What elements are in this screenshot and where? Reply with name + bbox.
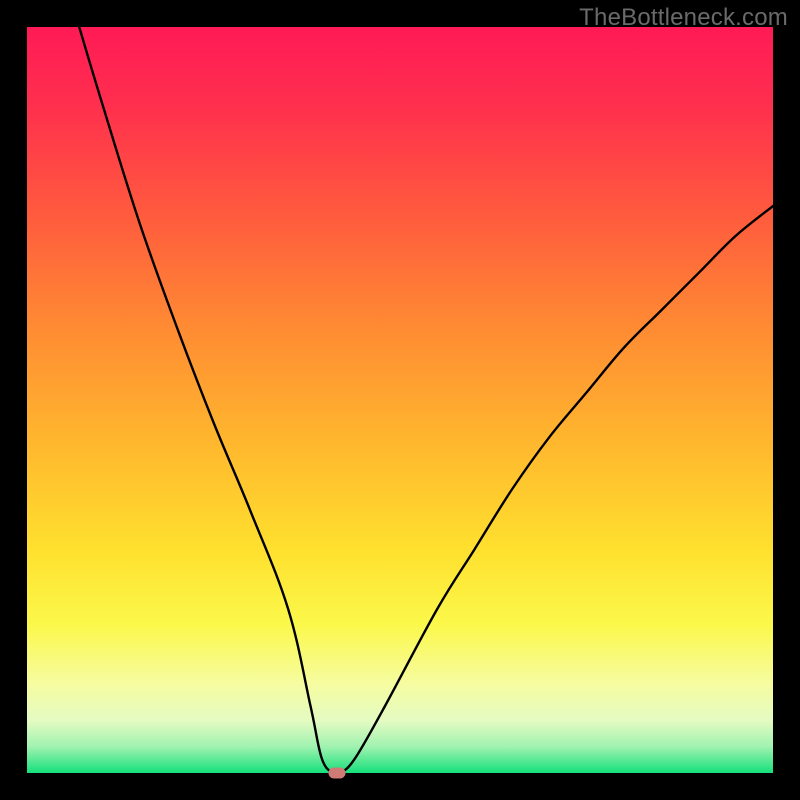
chart-frame	[27, 27, 773, 773]
gradient-background	[27, 27, 773, 773]
bottleneck-chart	[27, 27, 773, 773]
watermark-text: TheBottleneck.com	[579, 4, 788, 32]
optimal-point-marker	[328, 768, 345, 779]
